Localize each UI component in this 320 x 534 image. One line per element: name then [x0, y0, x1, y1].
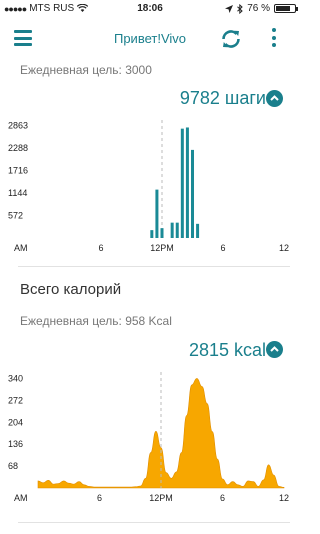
- steps-chart: 572 1144 1716 2288 2863 AM 6 12PM 6 12: [8, 120, 289, 253]
- battery-fill: [276, 6, 290, 11]
- steps-bar: [155, 189, 159, 238]
- steps-xtick-label: 12PM: [150, 243, 174, 253]
- steps-expand-button[interactable]: [266, 90, 283, 107]
- section-divider: [18, 266, 290, 267]
- steps-goal: Ежедневная цель: 3000: [20, 63, 152, 77]
- steps-xtick-label: AM: [14, 243, 28, 253]
- steps-ytick-label: 1716: [8, 166, 28, 176]
- calories-ytick-label: 204: [8, 417, 23, 427]
- steps-bar: [191, 149, 194, 238]
- calories-ytick-label: 68: [8, 461, 18, 471]
- more-options-icon[interactable]: [270, 28, 278, 50]
- sync-icon[interactable]: [219, 27, 243, 51]
- chevron-up-icon: [270, 95, 279, 101]
- steps-bar: [175, 222, 179, 238]
- steps-bar: [170, 222, 174, 238]
- status-right: 76 %: [225, 3, 298, 14]
- steps-ytick-label: 2288: [8, 143, 28, 153]
- steps-xtick-label: 6: [220, 243, 225, 253]
- calories-expand-button[interactable]: [266, 341, 283, 358]
- calories-xtick-label: 12: [279, 493, 289, 503]
- calories-ytick-label: 136: [8, 439, 23, 449]
- location-arrow-icon: [225, 4, 234, 13]
- calories-ytick-label: 272: [8, 395, 23, 405]
- battery-percent: 76 %: [247, 3, 270, 14]
- steps-total: 9782 шаги: [179, 88, 266, 108]
- calories-title: Всего калорий: [20, 281, 122, 298]
- steps-ytick-label: 572: [8, 211, 23, 221]
- steps-bar: [160, 228, 164, 238]
- steps-bar: [150, 230, 154, 238]
- battery-icon: [274, 4, 298, 13]
- calories-ytick-label: 340: [8, 373, 23, 383]
- steps-bar: [196, 223, 200, 238]
- steps-bar: [185, 127, 189, 238]
- calories-xtick-label: AM: [14, 493, 28, 503]
- bottom-divider: [18, 522, 290, 523]
- steps-ytick-label: 2863: [8, 120, 28, 130]
- steps-ytick-label: 1144: [8, 188, 27, 198]
- calories-goal: Ежедневная цель: 958 Kcal: [20, 314, 172, 328]
- calories-chart: 68 136 204 272 340 AM 6 12PM 6 12: [8, 372, 289, 503]
- app-header: Привет!Vivo: [0, 18, 300, 62]
- calories-xtick-label: 6: [220, 493, 225, 503]
- steps-bar: [180, 128, 184, 238]
- app-title: Привет!Vivo: [113, 31, 186, 46]
- calories-total: 2815 kcal: [188, 340, 266, 360]
- chevron-up-icon: [270, 346, 279, 352]
- calories-xtick-label: 12PM: [149, 493, 173, 503]
- calories-xtick-label: 6: [97, 493, 102, 503]
- steps-xtick-label: 12: [279, 243, 289, 253]
- bluetooth-icon: [237, 3, 243, 14]
- steps-xtick-label: 6: [98, 243, 103, 253]
- status-bar: ●●●●● MTS RUS 18:06 76 %: [0, 0, 300, 18]
